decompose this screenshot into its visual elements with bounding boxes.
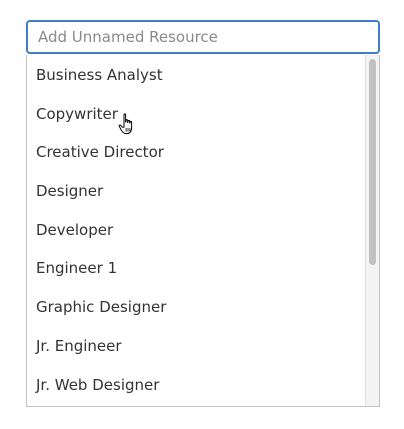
list-item-designer[interactable]: Designer [27,172,365,211]
scrollbar-thumb[interactable] [369,59,376,265]
list-item-jr-web-designer[interactable]: Jr. Web Designer [27,366,365,405]
dropdown-scrollbar[interactable] [365,55,379,406]
resource-picker: Business Analyst Copywriter Creative Dir… [0,0,404,429]
list-item-graphic-designer[interactable]: Graphic Designer [27,288,365,327]
list-item-copywriter[interactable]: Copywriter [27,95,365,134]
list-item-business-analyst[interactable]: Business Analyst [27,56,365,95]
list-item-engineer-1[interactable]: Engineer 1 [27,249,365,288]
list-item-developer[interactable]: Developer [27,211,365,250]
list-item-creative-director[interactable]: Creative Director [27,133,365,172]
resource-dropdown: Business Analyst Copywriter Creative Dir… [26,55,380,407]
add-unnamed-resource-input[interactable] [26,20,380,54]
list-item-jr-engineer[interactable]: Jr. Engineer [27,327,365,366]
resource-list: Business Analyst Copywriter Creative Dir… [27,55,365,404]
